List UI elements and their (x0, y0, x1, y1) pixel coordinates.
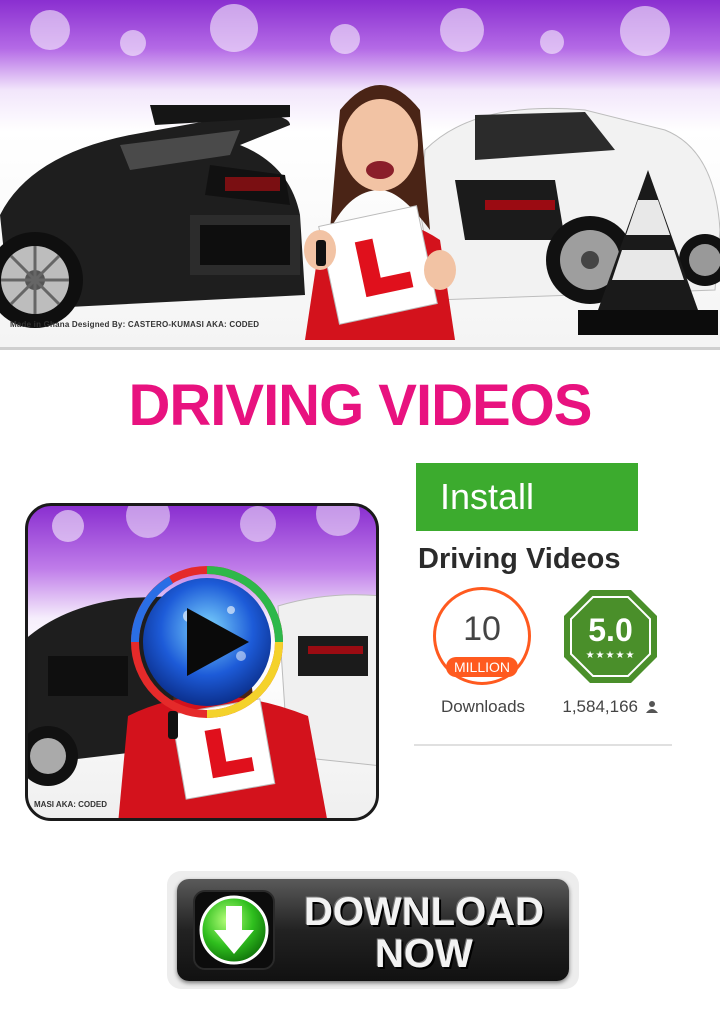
rating-value: 5.0 (588, 612, 633, 648)
download-now-label: DOWNLOAD NOW (304, 890, 544, 976)
play-icon[interactable] (131, 566, 283, 718)
download-now-button[interactable]: DOWNLOAD NOW (167, 871, 579, 989)
traffic-cone-image (578, 170, 718, 335)
icon-credit-text: MASI AKA: CODED (34, 800, 108, 809)
black-sports-car-image (0, 105, 305, 328)
steering-key-icon (316, 240, 326, 266)
downloads-unit: MILLION (446, 657, 518, 677)
person-icon (646, 701, 658, 713)
rating-count: 1,584,166 (562, 697, 638, 716)
downloads-count: 10 (463, 610, 501, 648)
page-title: DRIVING VIDEOS (128, 373, 593, 438)
hero-banner: Made in Ghana Designed By: CASTERO-KUMAS… (0, 0, 720, 350)
banner-credit-text: Made in Ghana Designed By: CASTERO-KUMAS… (10, 320, 260, 329)
app-name: Driving Videos (418, 543, 621, 575)
divider (414, 744, 672, 746)
rating-stars: ★★★★★ (585, 650, 636, 661)
download-arrow-icon (199, 895, 269, 965)
install-button[interactable]: Install (416, 463, 638, 531)
downloads-label: Downloads (440, 697, 526, 716)
app-icon-image[interactable]: MASI AKA: CODED (25, 503, 379, 821)
learner-driver-girl-image (304, 85, 456, 340)
downloads-badge: 10 MILLION (433, 587, 531, 685)
